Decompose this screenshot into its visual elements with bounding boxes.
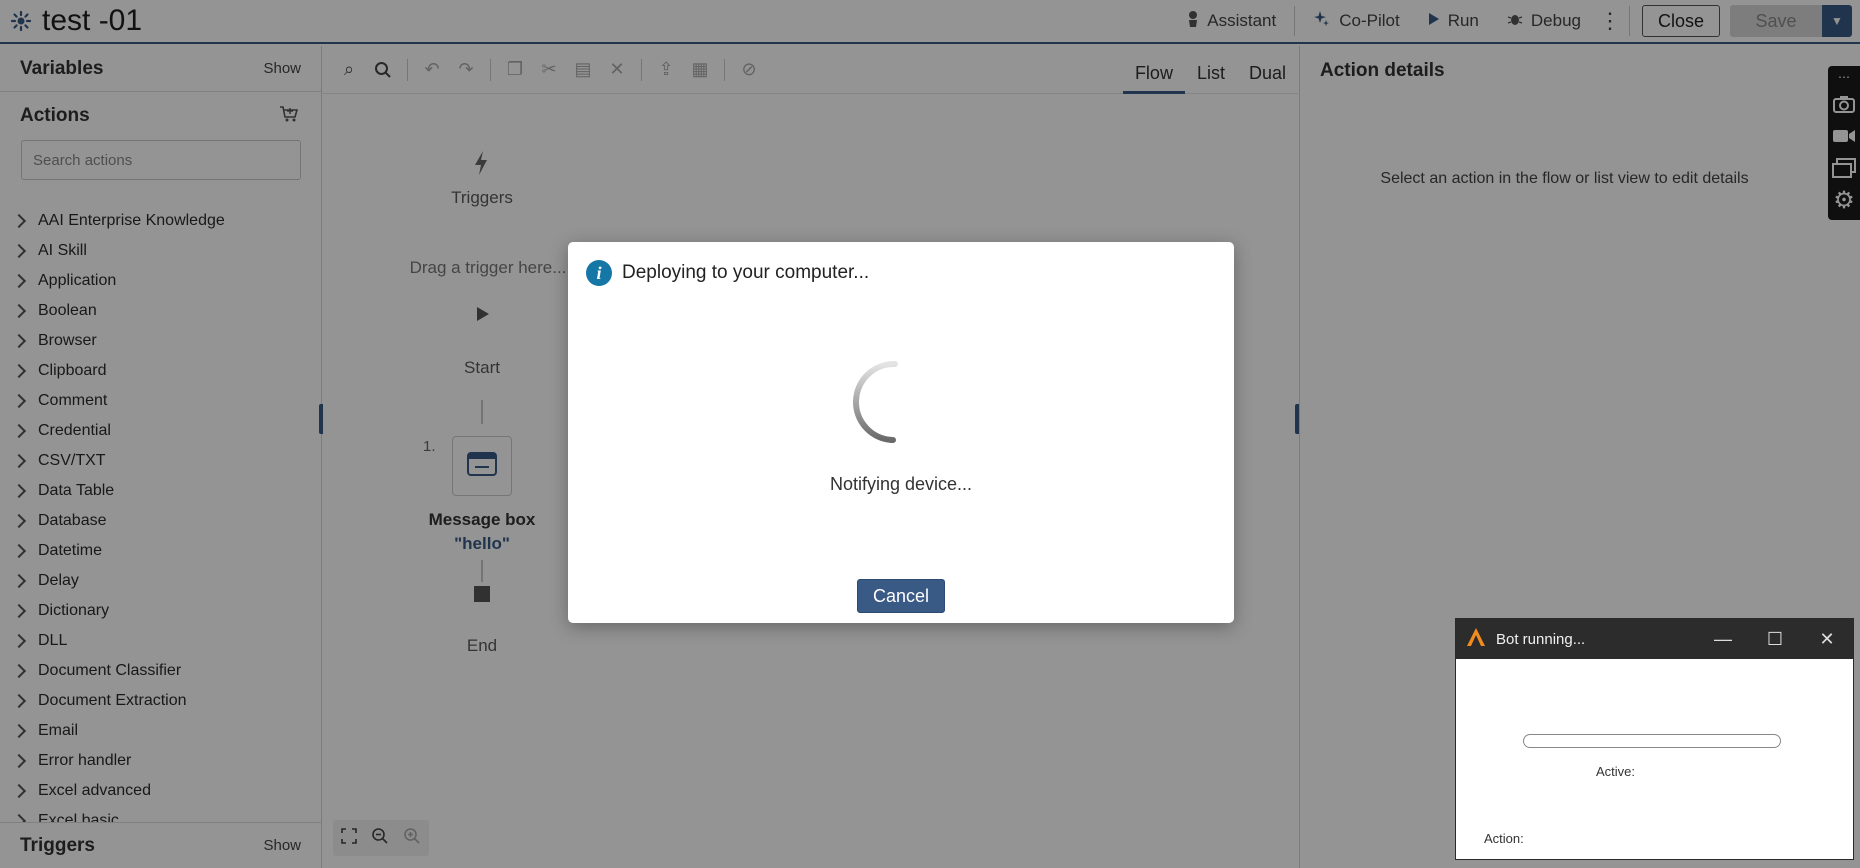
dialog-status-text: Notifying device... <box>829 474 973 494</box>
minimize-icon[interactable]: — <box>1697 619 1749 659</box>
bot-running-window: Bot running... — ☐ ✕ Active: Action: <box>1455 618 1854 860</box>
window-controls: — ☐ ✕ <box>1697 619 1853 659</box>
bot-progress-bar <box>1523 734 1781 748</box>
bot-logo-icon <box>1466 627 1486 652</box>
bot-window-title: Bot running... <box>1496 630 1586 648</box>
close-icon[interactable]: ✕ <box>1801 619 1853 659</box>
bot-action-label: Action: <box>1484 831 1524 846</box>
bot-window-titlebar[interactable]: Bot running... — ☐ ✕ <box>1456 619 1853 659</box>
bot-active-label: Active: <box>1596 764 1636 779</box>
cancel-button[interactable]: Cancel <box>857 579 945 613</box>
deploying-dialog: i Deploying to your computer... Notifyin… <box>568 242 1234 623</box>
dialog-header: i Deploying to your computer... <box>568 242 1234 304</box>
info-icon: i <box>586 260 612 286</box>
loading-spinner-icon <box>853 360 937 444</box>
dialog-title: Deploying to your computer... <box>622 262 870 283</box>
maximize-icon[interactable]: ☐ <box>1749 619 1801 659</box>
